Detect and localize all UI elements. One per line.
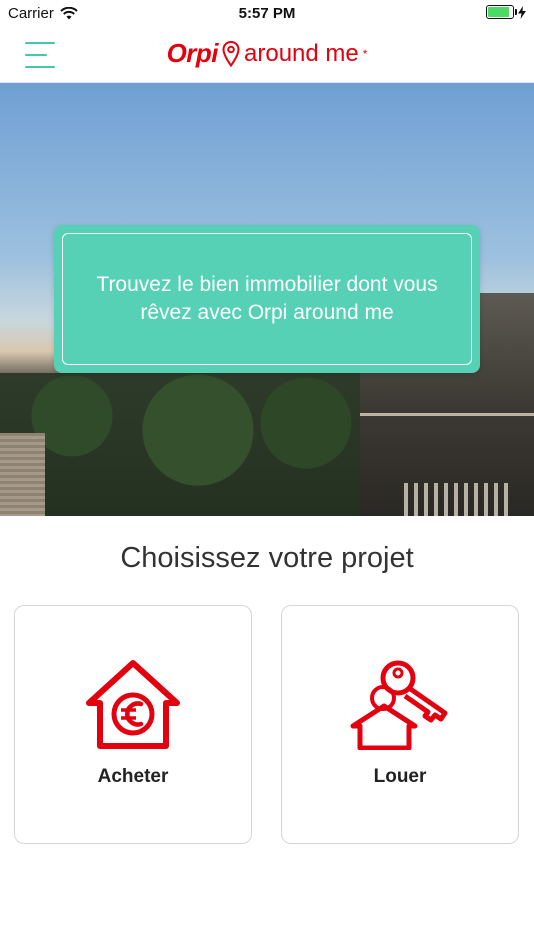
buy-option-label: Acheter bbox=[97, 766, 169, 787]
hero-photo-trees bbox=[0, 373, 360, 516]
battery-icon bbox=[486, 5, 517, 19]
section-title: Choisissez votre projet bbox=[120, 542, 414, 574]
rent-option-label: Louer bbox=[373, 766, 427, 787]
logo-star: * bbox=[362, 46, 368, 61]
clock: 5:57 PM bbox=[238, 5, 296, 22]
status-bar-right bbox=[486, 5, 526, 19]
card-icon-wrap bbox=[15, 658, 251, 750]
location-pin-icon bbox=[222, 40, 240, 67]
promo-banner: Trouvez le bien immobilier dont vous rêv… bbox=[54, 225, 480, 373]
charging-bolt-icon bbox=[518, 5, 526, 19]
logo-tagline: around me bbox=[244, 39, 359, 67]
promo-text: Trouvez le bien immobilier dont vous rêv… bbox=[62, 233, 472, 365]
status-bar: Carrier 5:57 PM bbox=[0, 0, 534, 28]
app-logo: Orpi around me * bbox=[0, 38, 534, 69]
app-header: Orpi around me * bbox=[0, 28, 534, 83]
house-euro-icon bbox=[86, 660, 180, 749]
hero-photo-boardwalk bbox=[0, 433, 45, 516]
card-icon-wrap bbox=[282, 658, 518, 750]
logo-brand: Orpi bbox=[166, 38, 219, 68]
rent-option-card[interactable]: Louer bbox=[281, 605, 519, 844]
buy-option-card[interactable]: Acheter bbox=[14, 605, 252, 844]
house-keys-icon bbox=[350, 660, 448, 750]
hero-banner: Trouvez le bien immobilier dont vous rêv… bbox=[0, 83, 534, 516]
